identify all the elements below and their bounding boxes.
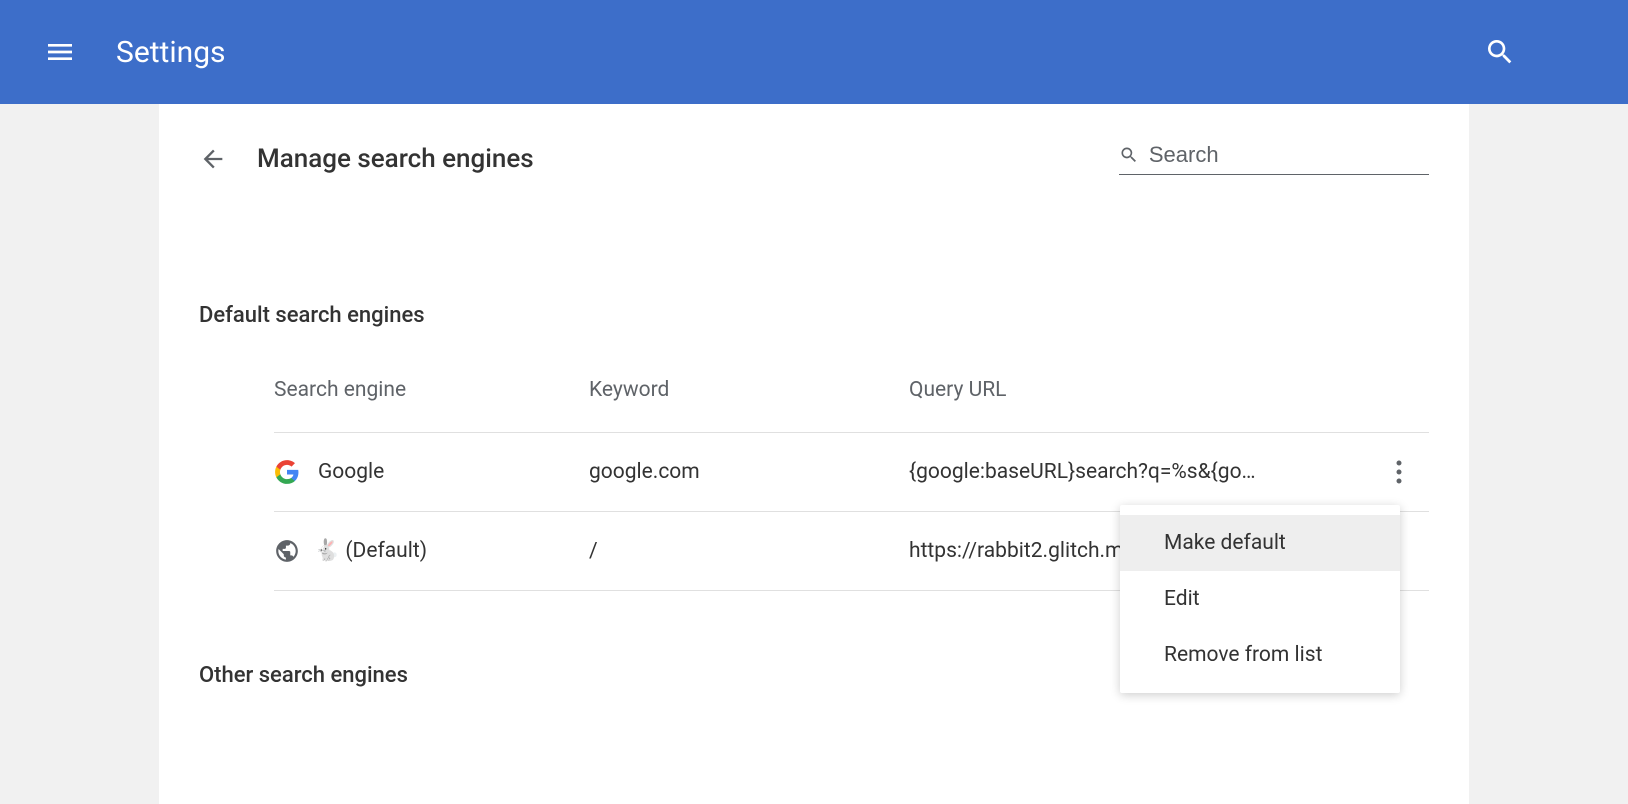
keyword-cell: / [589, 539, 909, 563]
menu-icon[interactable] [44, 36, 76, 68]
app-header: Settings [0, 0, 1628, 104]
url-cell: {google:baseURL}search?q=%s&{go… [909, 460, 1429, 484]
col-header-engine: Search engine [274, 378, 589, 402]
google-icon [274, 459, 300, 485]
keyword-cell: google.com [589, 460, 909, 484]
engine-name: Google [318, 460, 384, 484]
engine-cell: 🐇 (Default) [274, 538, 589, 564]
col-header-keyword: Keyword [589, 378, 909, 402]
table-row: Google google.com {google:baseURL}search… [274, 433, 1429, 512]
more-options-button[interactable] [1389, 454, 1409, 490]
search-icon [1119, 144, 1139, 166]
col-header-url: Query URL [909, 378, 1429, 402]
page-header: Manage search engines [199, 142, 1429, 175]
engine-name: 🐇 (Default) [314, 539, 427, 563]
menu-remove[interactable]: Remove from list [1120, 627, 1400, 683]
back-button[interactable] [199, 145, 227, 173]
search-box[interactable] [1119, 142, 1429, 175]
search-input[interactable] [1149, 142, 1429, 168]
default-section-title: Default search engines [199, 303, 1429, 328]
context-menu: Make default Edit Remove from list [1120, 505, 1400, 693]
page-title: Manage search engines [257, 144, 1119, 174]
engine-cell: Google [274, 459, 589, 485]
more-vert-icon [1395, 460, 1403, 484]
menu-make-default[interactable]: Make default [1120, 515, 1400, 571]
content-panel: Manage search engines Default search eng… [159, 104, 1469, 804]
header-search-icon[interactable] [1484, 36, 1516, 68]
table-header: Search engine Keyword Query URL [274, 378, 1429, 433]
menu-edit[interactable]: Edit [1120, 571, 1400, 627]
globe-icon [274, 538, 300, 564]
app-title: Settings [116, 35, 226, 70]
